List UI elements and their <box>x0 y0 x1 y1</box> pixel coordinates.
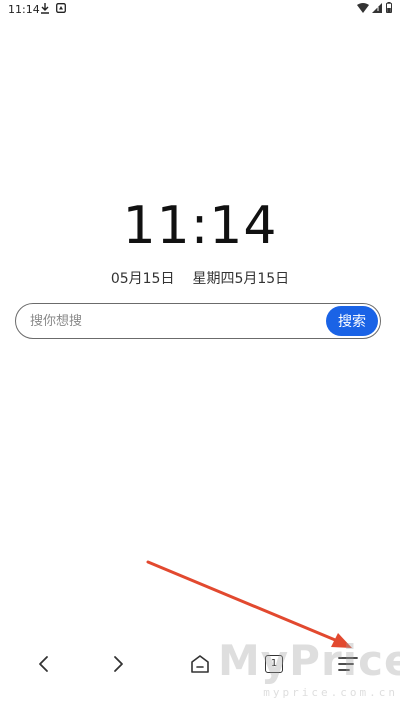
download-icon <box>41 3 49 14</box>
menu-button[interactable] <box>334 650 362 678</box>
forward-icon <box>114 656 123 672</box>
bottom-nav-bar: 1 <box>0 640 400 690</box>
notification-icon <box>56 3 66 13</box>
tabs-button[interactable]: 1 <box>260 650 288 678</box>
home-button[interactable] <box>186 650 214 678</box>
status-bar: 11:14 <box>0 0 400 18</box>
forward-button[interactable] <box>104 650 132 678</box>
battery-icon <box>386 2 392 13</box>
annotation-arrow-line <box>146 560 342 644</box>
tabs-icon: 1 <box>265 655 283 673</box>
wifi-icon <box>357 3 369 13</box>
signal-icon <box>372 3 382 13</box>
clock-time: 11:14 <box>122 196 278 256</box>
date-label: 05月15日 <box>110 271 175 287</box>
home-icon <box>191 655 209 673</box>
search-button[interactable]: 搜索 <box>326 306 378 336</box>
menu-icon <box>338 657 358 671</box>
search-input[interactable] <box>30 304 320 338</box>
weekday-date-label: 星期四5月15日 <box>192 271 290 287</box>
annotation-arrow <box>146 560 352 648</box>
status-time: 11:14 <box>8 3 40 16</box>
date-row: 05月15日 星期四5月15日 <box>0 268 400 288</box>
back-icon <box>39 656 48 672</box>
back-button[interactable] <box>30 650 58 678</box>
search-box: 搜索 <box>15 303 381 339</box>
